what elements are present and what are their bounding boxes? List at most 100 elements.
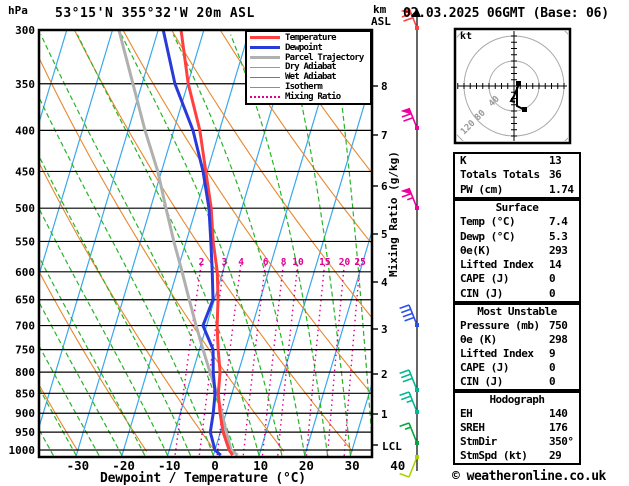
stats-value: 0 bbox=[549, 375, 556, 388]
legend-swatch-mixing-ratio bbox=[250, 95, 280, 98]
profile-curves bbox=[117, 30, 239, 457]
stats-box-most-unstable: Most Unstable Pressure (mb) 750 θe (K) 298 Li… bbox=[453, 303, 581, 391]
stats-row: StmSpd (kt) 29 bbox=[458, 449, 576, 463]
stats-row: Lifted Index 14 bbox=[458, 258, 576, 272]
stats-row: Lifted Index 9 bbox=[458, 347, 576, 361]
chart-legend: Temperature Dewpoint Parcel Trajectory Dry … bbox=[245, 30, 372, 105]
stats-label: EH bbox=[460, 407, 473, 420]
lcl-label: LCL bbox=[382, 440, 402, 453]
barb-level-dot bbox=[415, 323, 419, 327]
pressure-tick-label: 900 bbox=[15, 407, 35, 420]
wind-barb bbox=[400, 187, 419, 210]
stats-label: CAPE (J) bbox=[460, 272, 509, 286]
km-tick-label: 2 bbox=[381, 368, 388, 381]
stats-row: CAPE (J) 0 bbox=[458, 361, 576, 375]
stats-box-surface: Surface Temp (°C) 7.4 Dewp (°C) 5.3 θe(K) 293 L… bbox=[453, 199, 581, 303]
legend-swatch-isotherm bbox=[250, 86, 280, 88]
stats-value: 176 bbox=[549, 421, 568, 434]
mixing-ratio-label: 15 bbox=[319, 257, 331, 268]
wind-barb bbox=[400, 107, 419, 130]
stats-label: StmSpd (kt) bbox=[460, 449, 528, 462]
legend-label: Temperature bbox=[285, 32, 337, 43]
stats-label: θe (K) bbox=[460, 333, 497, 346]
legend-item: Dry Adiabat bbox=[250, 62, 368, 73]
stats-label: Pressure (mb) bbox=[460, 319, 540, 332]
stats-row: CIN (J) 0 bbox=[458, 287, 576, 301]
pressure-tick-label: 750 bbox=[15, 344, 35, 357]
stats-row: EH 140 bbox=[458, 407, 576, 421]
km-tick-label: 7 bbox=[381, 129, 388, 142]
stats-label: Temp (°C) bbox=[460, 215, 516, 229]
stats-value: 140 bbox=[549, 407, 568, 420]
legend-item: Isotherm bbox=[250, 82, 368, 92]
stats-value: 36 bbox=[549, 168, 562, 182]
page-title: 53°15'N 355°32'W 20m ASL bbox=[55, 6, 255, 21]
stats-value: 750 bbox=[549, 319, 568, 332]
stats-value: 1.74 bbox=[549, 182, 574, 196]
altitude-axis-unit-km: km bbox=[373, 3, 387, 16]
legend-item: Wet Adiabat bbox=[250, 72, 368, 82]
stats-box-header: Most Unstable bbox=[477, 305, 557, 318]
stats-box-indices: K 13 Totals Totals 36 PW (cm) 1.74 bbox=[453, 152, 581, 199]
stats-label: Lifted Index bbox=[460, 258, 534, 272]
pressure-tick-label: 850 bbox=[15, 387, 35, 400]
mixing-ratio-label: 8 bbox=[281, 257, 287, 268]
legend-item: Temperature bbox=[250, 32, 368, 43]
mixing-ratio-line bbox=[326, 264, 345, 457]
stats-value: 7.4 bbox=[549, 215, 568, 229]
stats-value: 14 bbox=[549, 258, 562, 272]
stats-label: Totals Totals bbox=[460, 168, 540, 182]
stats-value: 293 bbox=[549, 243, 568, 257]
stats-row: StmDir 350° bbox=[458, 435, 576, 449]
pressure-tick-label: 350 bbox=[15, 78, 35, 91]
stats-row: K 13 bbox=[458, 154, 576, 168]
temp-tick-label: -30 bbox=[67, 458, 90, 473]
stats-label: Lifted Index bbox=[460, 347, 534, 360]
legend-label: Dry Adiabat bbox=[285, 62, 337, 73]
pressure-tick-label: 500 bbox=[15, 202, 35, 215]
legend-item: Mixing Ratio bbox=[250, 92, 368, 102]
stats-label: PW (cm) bbox=[460, 182, 503, 196]
temp-tick-label: 30 bbox=[345, 458, 360, 473]
stats-value: 9 bbox=[549, 347, 556, 360]
temp-axis-title: Dewpoint / Temperature (°C) bbox=[100, 471, 306, 486]
stats-value: 0 bbox=[549, 286, 556, 300]
stats-row: θe(K) 293 bbox=[458, 244, 576, 258]
wind-barb bbox=[399, 391, 419, 414]
barb-level-dot bbox=[415, 206, 419, 210]
pressure-tick-label: 300 bbox=[15, 24, 35, 37]
stats-value: 5.3 bbox=[549, 229, 568, 243]
legend-swatch-temperature bbox=[250, 36, 280, 40]
stats-label: Dewp (°C) bbox=[460, 229, 516, 243]
hodograph-unit-label: kt bbox=[460, 31, 473, 42]
legend-label: Dewpoint bbox=[285, 42, 323, 53]
stats-row: Temp (°C) 7.4 bbox=[458, 215, 576, 229]
stats-value: 350° bbox=[549, 435, 574, 448]
mixing-ratio-axis-label: Mixing Ratio (g/kg) bbox=[387, 151, 400, 277]
legend-swatch-dewpoint bbox=[250, 46, 280, 50]
stats-box-hodograph: Hodograph EH 140 SREH 176 StmDir 350° StmSpd (k… bbox=[453, 391, 581, 465]
barb-level-dot bbox=[415, 26, 419, 30]
wind-barb bbox=[399, 422, 419, 445]
wind-barb bbox=[399, 304, 419, 327]
mixing-ratio-line bbox=[305, 264, 326, 457]
stats-value: 0 bbox=[549, 361, 556, 374]
km-tick-label: 4 bbox=[381, 276, 388, 289]
pressure-tick-label: 650 bbox=[15, 294, 35, 307]
pressure-axis-unit: hPa bbox=[8, 4, 28, 17]
sounding-app: 2 3 4 6 8 10 15 20 25 300 350 400 450 500 550 600 650 700… bbox=[0, 0, 629, 486]
barb-level-dot bbox=[415, 410, 419, 414]
stats-row: θe (K) 298 bbox=[458, 333, 576, 347]
legend-swatch-parcel-trajectory bbox=[250, 56, 280, 60]
mixing-ratio-label: 20 bbox=[339, 257, 351, 268]
copyright: © weatheronline.co.uk bbox=[452, 469, 606, 484]
wet-adiabat-line bbox=[40, 34, 237, 456]
altitude-axis-unit-asl: ASL bbox=[371, 15, 391, 28]
pressure-tick-label: 400 bbox=[15, 124, 35, 137]
mixing-ratio-label: 3 bbox=[221, 257, 227, 268]
pressure-tick-label: 550 bbox=[15, 235, 35, 248]
km-tick-label: 8 bbox=[381, 80, 388, 93]
km-tick-label: 3 bbox=[381, 323, 388, 336]
pressure-tick-label: 1000 bbox=[9, 444, 36, 457]
mixing-ratio-labels: 2 3 4 6 8 10 15 20 25 bbox=[199, 257, 367, 268]
